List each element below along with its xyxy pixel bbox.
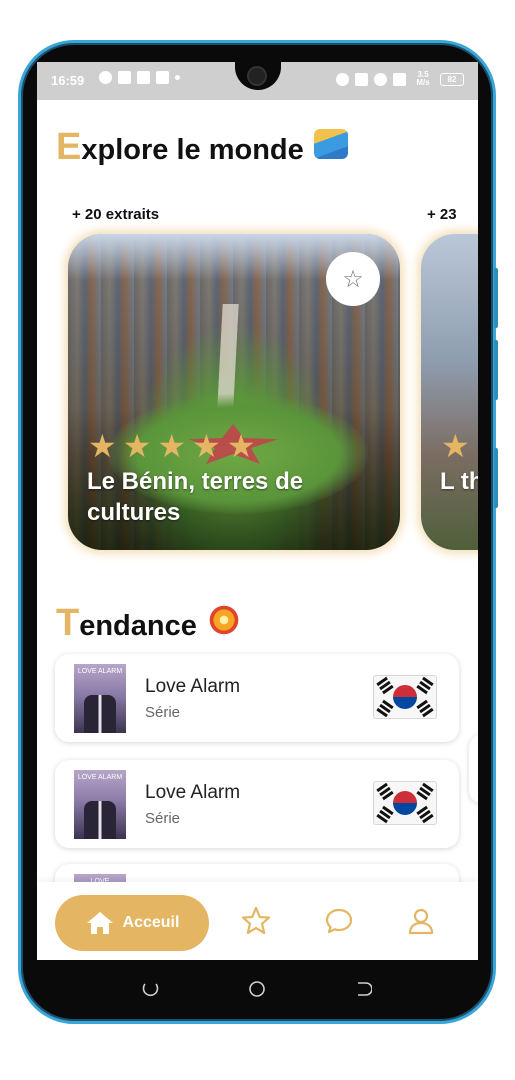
star-icon: ★ [122, 428, 152, 464]
explore-title-initial: E [56, 126, 82, 168]
back-icon[interactable] [354, 980, 372, 998]
star-icon: ★ [157, 428, 187, 464]
item-title: Love Alarm [145, 676, 241, 697]
collision-icon [206, 605, 241, 635]
poster-image: LOVE ALARM [74, 664, 126, 733]
dot-icon [175, 75, 180, 80]
item-title: Love Alarm [145, 782, 241, 803]
alarm-icon [336, 72, 349, 86]
star-outline-icon: ☆ [342, 265, 364, 293]
star-icon: ★ [226, 428, 256, 464]
power-button [494, 448, 498, 508]
trend-title: T endance [56, 602, 241, 645]
card-image-2 [421, 234, 478, 550]
star-icon[interactable] [241, 906, 271, 936]
surfer-icon [313, 129, 348, 159]
status-bar: 16:59 3.5 M/s 82 [37, 62, 478, 100]
item-subtitle: Série [145, 810, 181, 827]
volume-button-2 [494, 340, 498, 400]
bottom-nav: Acceuil [37, 882, 478, 960]
card-title-2: L th [440, 468, 478, 495]
trend-item[interactable]: LOVE ALARM Love Alarm Série [55, 760, 459, 848]
recents-icon[interactable] [142, 980, 160, 998]
rating-stars-2: ★ [441, 430, 470, 462]
poster-image: LOVE ALARM [74, 770, 126, 839]
nav-home-label: Acceuil [122, 914, 180, 931]
card-count: + 20 extraits [72, 206, 160, 223]
cast-icon [156, 71, 169, 84]
camera-icon [247, 66, 267, 86]
status-icons-right: 3.5 M/s 82 [336, 71, 464, 87]
home-nav-icon[interactable] [248, 980, 266, 998]
battery-icon: 82 [440, 72, 464, 86]
item-subtitle: Série [145, 704, 181, 721]
favorite-button[interactable]: ☆ [326, 252, 380, 306]
trend-title-initial: T [56, 602, 80, 644]
carousel-card-2[interactable]: ★ L th [421, 234, 478, 550]
status-time: 16:59 [51, 73, 85, 88]
card-count-2: + 23 [427, 206, 457, 223]
explore-title: E xplore le monde [56, 126, 348, 169]
south-korea-flag-icon [373, 781, 437, 825]
card-title: Le Bénin, terres de cultures [87, 468, 304, 526]
status-icons-left [99, 71, 180, 84]
camera-notch [235, 62, 281, 90]
star-icon: ★ [192, 428, 221, 464]
nav-home-button[interactable]: Acceuil [55, 895, 209, 951]
south-korea-flag-icon [373, 675, 437, 719]
explore-title-text: xplore le monde [81, 134, 304, 166]
carousel-card[interactable]: ☆ ★ ★ ★ ★ ★ Le Bénin, terres de cultures [68, 234, 400, 550]
net-speed: 3.5 M/s [416, 70, 430, 87]
chat-icon[interactable] [324, 906, 354, 936]
offscreen-card-edge [469, 734, 478, 804]
sd-card-icon [137, 71, 150, 84]
star-icon: ★ [441, 428, 470, 464]
trend-item[interactable]: LOVE ALARM Love Alarm Série [55, 654, 459, 742]
vibrate-icon [355, 72, 368, 86]
app-screen: 16:59 3.5 M/s 82 E xplore le monde + 20 … [37, 62, 478, 960]
settings-icon [99, 71, 112, 84]
trend-title-text: endance [79, 610, 197, 642]
star-icon: ★ [88, 428, 117, 464]
signal-icon [393, 72, 406, 86]
volume-button [494, 268, 498, 328]
profile-icon[interactable] [406, 906, 436, 936]
dnd-icon [374, 72, 387, 86]
rating-stars: ★ ★ ★ ★ ★ [88, 430, 255, 462]
home-icon [86, 912, 113, 934]
image-icon [118, 71, 131, 84]
